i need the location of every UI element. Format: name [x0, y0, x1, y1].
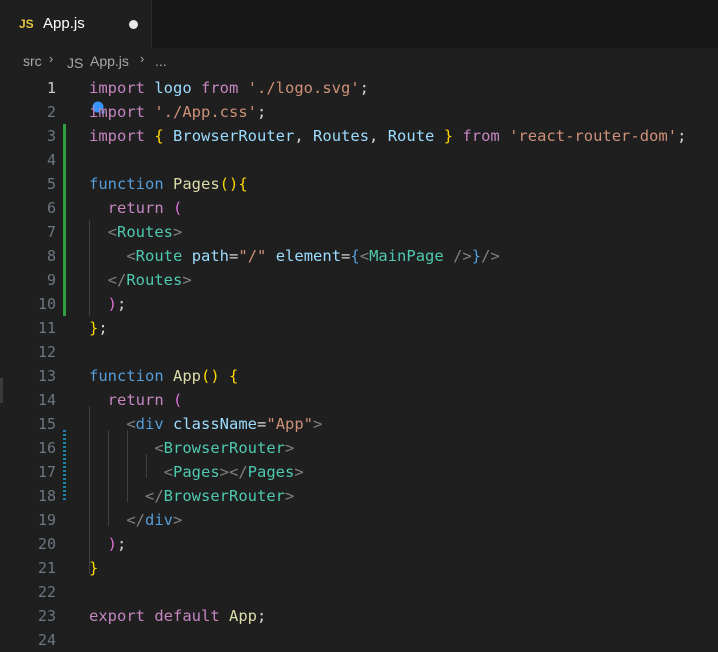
code-line[interactable]: 21} — [0, 556, 718, 580]
line-number: 2 — [46, 103, 56, 121]
code-line[interactable]: 12 — [0, 340, 718, 364]
code-text: <Route path="/" element={<MainPage />}/> — [126, 247, 500, 265]
code-line[interactable]: 11}; — [0, 316, 718, 340]
line-number: 17 — [37, 463, 56, 481]
code-line[interactable]: 23 export default App; — [0, 604, 718, 628]
code-text: ); — [107, 535, 127, 553]
line-number: 9 — [46, 271, 56, 289]
line-number: 1 — [46, 79, 56, 97]
code-text: return ( — [107, 391, 183, 409]
line-number: 16 — [37, 439, 56, 457]
line-number: 3 — [46, 127, 56, 145]
code-text: </BrowserRouter> — [145, 487, 295, 505]
chevron-right-icon: › — [140, 51, 145, 66]
code-text: export default App; — [89, 607, 267, 625]
line-number: 6 — [46, 199, 56, 217]
breadcrumb-file[interactable]: App.js — [90, 53, 129, 69]
code-text: <BrowserRouter> — [154, 439, 295, 457]
code-text: <div className="App"> — [126, 415, 323, 433]
line-number: 14 — [37, 391, 56, 409]
code-line[interactable]: 1 import logo from './logo.svg'; — [0, 76, 718, 100]
code-line[interactable]: 9 </Routes> — [0, 268, 718, 292]
code-text: } — [89, 559, 99, 577]
code-text: function App() { — [89, 367, 239, 385]
code-line[interactable]: 13 function App() { — [0, 364, 718, 388]
line-number: 7 — [46, 223, 56, 241]
chevron-right-icon: › — [49, 51, 54, 66]
code-line[interactable]: 16 <BrowserRouter> — [0, 436, 718, 460]
code-line[interactable]: 8 <Route path="/" element={<MainPage />}… — [0, 244, 718, 268]
tab-bar: JS App.js — [0, 0, 718, 48]
line-number: 5 — [46, 175, 56, 193]
line-number: 12 — [37, 343, 56, 361]
code-line[interactable]: 3 import { BrowserRouter, Routes, Route }… — [0, 124, 718, 148]
code-line[interactable]: 10 ); — [0, 292, 718, 316]
code-text: </div> — [126, 511, 183, 529]
code-line[interactable]: 15 <div className="App"> — [0, 412, 718, 436]
line-number: 13 — [37, 367, 56, 385]
line-number: 11 — [37, 319, 56, 337]
code-line[interactable]: 6 return ( — [0, 196, 718, 220]
code-line[interactable]: 18 </BrowserRouter> — [0, 484, 718, 508]
code-text: ); — [107, 295, 127, 313]
code-text: import logo from './logo.svg'; — [89, 79, 370, 97]
tab-label: App.js — [43, 15, 85, 32]
code-line[interactable]: 17 <Pages></Pages> — [0, 460, 718, 484]
code-line[interactable]: 4 — [0, 148, 718, 172]
code-text: import './App.css'; — [89, 103, 267, 121]
javascript-file-icon: JS — [67, 55, 84, 71]
tab-app-js[interactable]: JS App.js — [0, 0, 152, 48]
line-number: 24 — [37, 631, 56, 649]
code-line[interactable]: 20 ); — [0, 532, 718, 556]
line-number: 10 — [37, 295, 56, 313]
line-number: 21 — [37, 559, 56, 577]
code-line[interactable]: 14 return ( — [0, 388, 718, 412]
line-number: 8 — [46, 247, 56, 265]
code-text: return ( — [107, 199, 183, 217]
code-line[interactable]: 7 <Routes> — [0, 220, 718, 244]
line-number: 15 — [37, 415, 56, 433]
line-number: 22 — [37, 583, 56, 601]
line-number: 18 — [37, 487, 56, 505]
line-number: 23 — [37, 607, 56, 625]
code-text: import { BrowserRouter, Routes, Route } … — [89, 127, 687, 145]
scrollbar-marker[interactable] — [0, 378, 3, 403]
breadcrumb: src › JS App.js › ... — [0, 48, 718, 76]
code-text: <Routes> — [107, 223, 183, 241]
code-text: function Pages(){ — [89, 175, 248, 193]
breadcrumb-folder[interactable]: src — [23, 53, 42, 69]
line-number: 20 — [37, 535, 56, 553]
code-line[interactable]: 2 import './App.css'; — [0, 100, 718, 124]
unsaved-dot-icon[interactable] — [129, 20, 138, 29]
code-line[interactable]: 19 </div> — [0, 508, 718, 532]
line-number: 19 — [37, 511, 56, 529]
code-text: </Routes> — [107, 271, 192, 289]
line-number: 4 — [46, 151, 56, 169]
javascript-file-icon: JS — [19, 17, 34, 31]
breadcrumb-symbols[interactable]: ... — [155, 53, 167, 69]
code-text: <Pages></Pages> — [163, 463, 304, 481]
code-line[interactable]: 24 — [0, 628, 718, 652]
code-text: }; — [89, 319, 108, 337]
code-line[interactable]: 5 function Pages(){ — [0, 172, 718, 196]
code-line[interactable]: 22 — [0, 580, 718, 604]
code-editor[interactable]: 1 import logo from './logo.svg'; 2 import '… — [0, 76, 718, 649]
